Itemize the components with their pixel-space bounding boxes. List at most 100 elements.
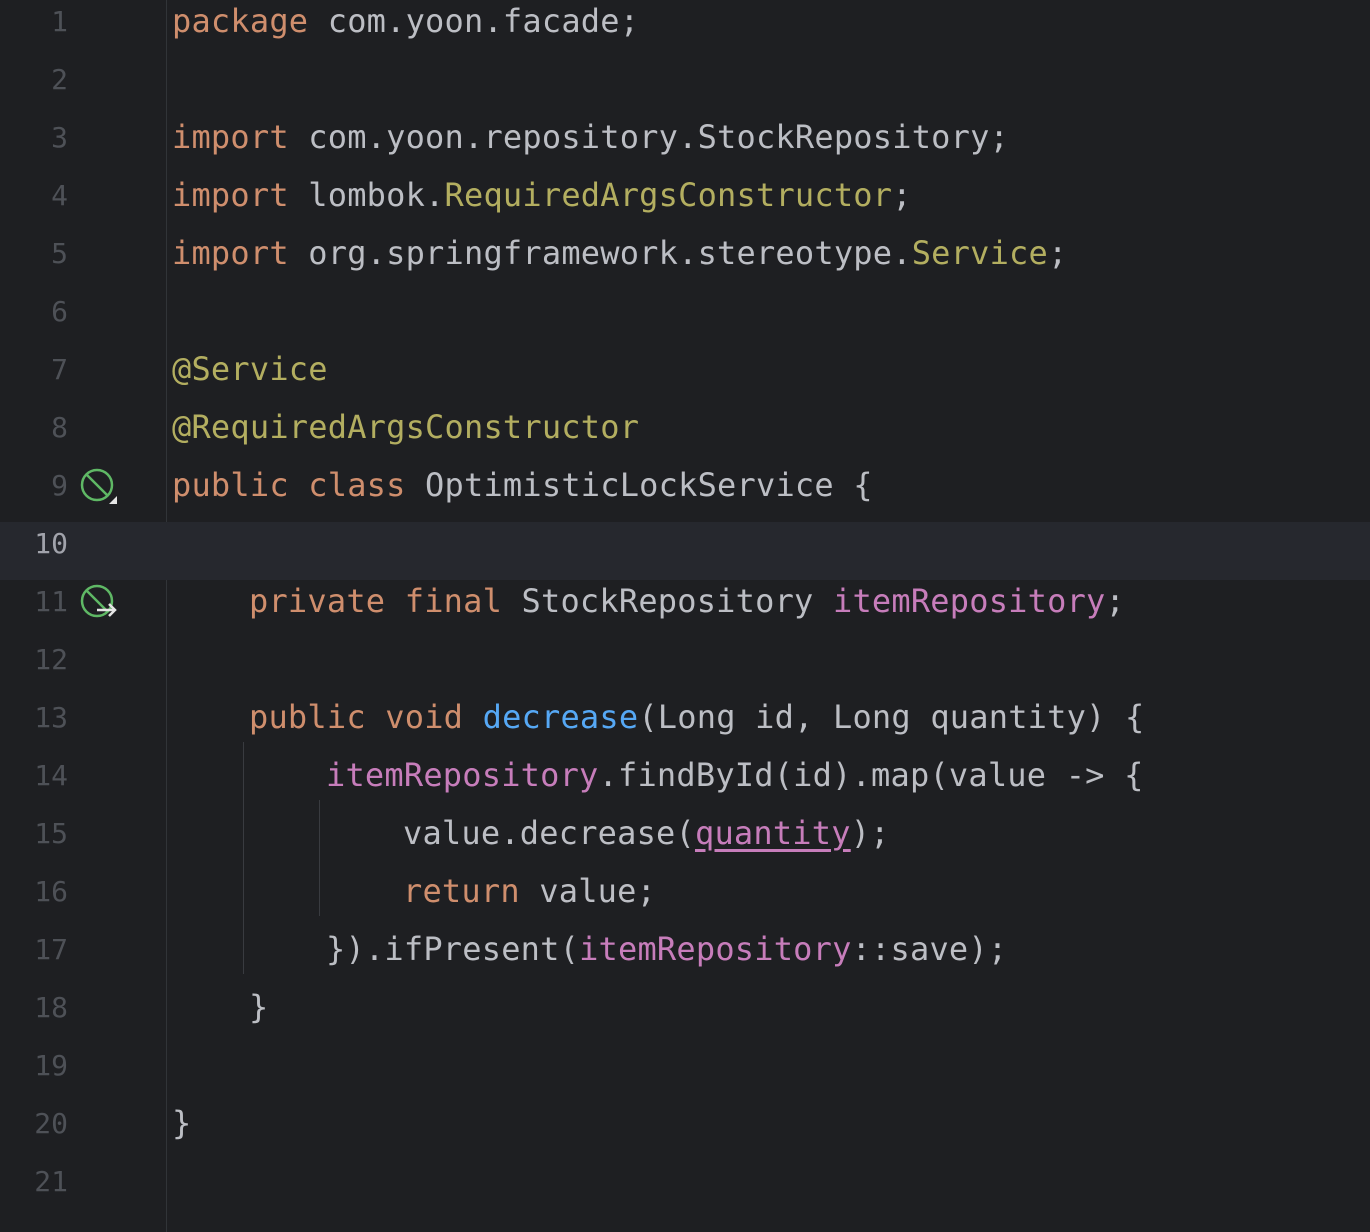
code-token: public	[172, 466, 289, 504]
code-token: ;	[1105, 582, 1125, 620]
code-text[interactable]: @Service	[172, 348, 328, 406]
code-token: void	[385, 698, 464, 736]
line-number[interactable]: 7	[0, 348, 68, 406]
line-number[interactable]: 15	[0, 812, 68, 870]
code-text[interactable]: package com.yoon.facade;	[172, 0, 639, 58]
line-number[interactable]: 11	[0, 580, 68, 638]
code-token: return	[403, 872, 520, 910]
indent-guide-method	[243, 742, 244, 974]
indent-guide-lambda	[319, 800, 320, 916]
code-token: itemRepository	[579, 930, 852, 968]
code-line[interactable]: 17 }).ifPresent(itemRepository::save);	[0, 928, 1370, 986]
spring-autowired-icon[interactable]	[79, 584, 119, 624]
line-number[interactable]: 19	[0, 1044, 68, 1102]
code-text[interactable]: import com.yoon.repository.StockReposito…	[172, 116, 1009, 174]
code-line[interactable]: 3 import com.yoon.repository.StockReposit…	[0, 116, 1370, 174]
code-text[interactable]: return value;	[403, 870, 656, 928]
code-token: import	[172, 234, 289, 272]
code-token: final	[404, 582, 503, 620]
code-line[interactable]: 15 value.decrease(quantity);	[0, 812, 1370, 870]
line-number[interactable]: 18	[0, 986, 68, 1044]
line-number[interactable]: 2	[0, 58, 68, 116]
code-text[interactable]: }	[249, 986, 268, 1044]
code-token: package	[172, 2, 309, 40]
code-line[interactable]: 9 public class OptimisticLockService {	[0, 464, 1370, 522]
code-token: ::save);	[851, 930, 1008, 968]
code-text[interactable]: public class OptimisticLockService {	[172, 464, 873, 522]
code-token: RequiredArgsConstructor	[444, 176, 893, 214]
line-number[interactable]: 4	[0, 174, 68, 232]
line-number[interactable]: 14	[0, 754, 68, 812]
code-token: }	[172, 1104, 192, 1142]
line-number[interactable]: 5	[0, 232, 68, 290]
code-token: .findById(id).map(value -> {	[598, 756, 1144, 794]
line-number[interactable]: 1	[0, 0, 68, 58]
code-token: itemRepository	[326, 756, 599, 794]
code-token: quantity	[694, 814, 851, 852]
line-number[interactable]: 12	[0, 638, 68, 696]
line-number[interactable]: 8	[0, 406, 68, 464]
code-token: private	[249, 582, 386, 620]
code-text[interactable]: }	[172, 1102, 191, 1160]
line-number[interactable]: 21	[0, 1160, 68, 1218]
code-line[interactable]: 21	[0, 1160, 1370, 1218]
line-number[interactable]: 3	[0, 116, 68, 174]
code-text[interactable]: @RequiredArgsConstructor	[172, 406, 639, 464]
code-line[interactable]: 1 package com.yoon.facade;	[0, 0, 1370, 58]
code-line[interactable]: 8 @RequiredArgsConstructor	[0, 406, 1370, 464]
code-token: value.decrease(	[403, 814, 695, 852]
code-line[interactable]: 14 itemRepository.findById(id).map(value …	[0, 754, 1370, 812]
code-text[interactable]: private final StockRepository itemReposi…	[249, 580, 1125, 638]
code-token: public	[249, 698, 366, 736]
code-token: }	[249, 988, 269, 1026]
code-token: StockRepository	[502, 582, 833, 620]
code-line[interactable]: 11 private final StockRepository itemRepo…	[0, 580, 1370, 638]
line-number[interactable]: 13	[0, 696, 68, 754]
code-token: (Long id, Long quantity) {	[638, 698, 1145, 736]
code-token: com.yoon.facade;	[308, 2, 640, 40]
code-token: itemRepository	[832, 582, 1106, 620]
code-token: @Service	[172, 350, 328, 388]
code-line[interactable]: 20}	[0, 1102, 1370, 1160]
line-number[interactable]: 10	[0, 522, 68, 580]
code-token: class	[308, 466, 406, 504]
line-number[interactable]: 6	[0, 290, 68, 348]
code-line[interactable]: 4 import lombok.RequiredArgsConstructor;	[0, 174, 1370, 232]
code-line[interactable]: 12	[0, 638, 1370, 696]
line-number[interactable]: 16	[0, 870, 68, 928]
code-editor[interactable]: 1 package com.yoon.facade; 2 3 import com.yo…	[0, 0, 1370, 1232]
code-text[interactable]: import lombok.RequiredArgsConstructor;	[172, 174, 912, 232]
code-token: org.springframework.stereotype.	[288, 234, 912, 272]
code-text[interactable]: import org.springframework.stereotype.Se…	[172, 232, 1067, 290]
code-line[interactable]: 2	[0, 58, 1370, 116]
line-number[interactable]: 20	[0, 1102, 68, 1160]
code-line[interactable]: 13 public void decrease(Long id, Long qua…	[0, 696, 1370, 754]
code-token: @RequiredArgsConstructor	[172, 408, 640, 446]
code-text[interactable]: itemRepository.findById(id).map(value ->…	[326, 754, 1144, 812]
spring-bean-icon[interactable]	[79, 468, 119, 508]
line-number[interactable]: 17	[0, 928, 68, 986]
code-token: import	[172, 118, 289, 156]
code-token: OptimisticLockService {	[405, 466, 873, 504]
code-text[interactable]: public void decrease(Long id, Long quant…	[249, 696, 1144, 754]
line-number[interactable]: 9	[0, 464, 68, 522]
code-token: decrease	[482, 698, 639, 736]
code-token: import	[172, 176, 289, 214]
code-line[interactable]: 6	[0, 290, 1370, 348]
code-text[interactable]: }).ifPresent(itemRepository::save);	[326, 928, 1007, 986]
code-line[interactable]: 10	[0, 522, 1370, 580]
code-token: );	[850, 814, 890, 852]
code-line[interactable]: 19	[0, 1044, 1370, 1102]
code-token: ;	[1047, 234, 1068, 272]
code-line[interactable]: 7 @Service	[0, 348, 1370, 406]
code-text[interactable]: value.decrease(quantity);	[403, 812, 890, 870]
code-line[interactable]: 16 return value;	[0, 870, 1370, 928]
code-token: ;	[892, 176, 912, 214]
code-token: }).ifPresent(	[326, 930, 580, 968]
code-line[interactable]: 5 import org.springframework.stereotype.S…	[0, 232, 1370, 290]
code-line[interactable]: 18}	[0, 986, 1370, 1044]
